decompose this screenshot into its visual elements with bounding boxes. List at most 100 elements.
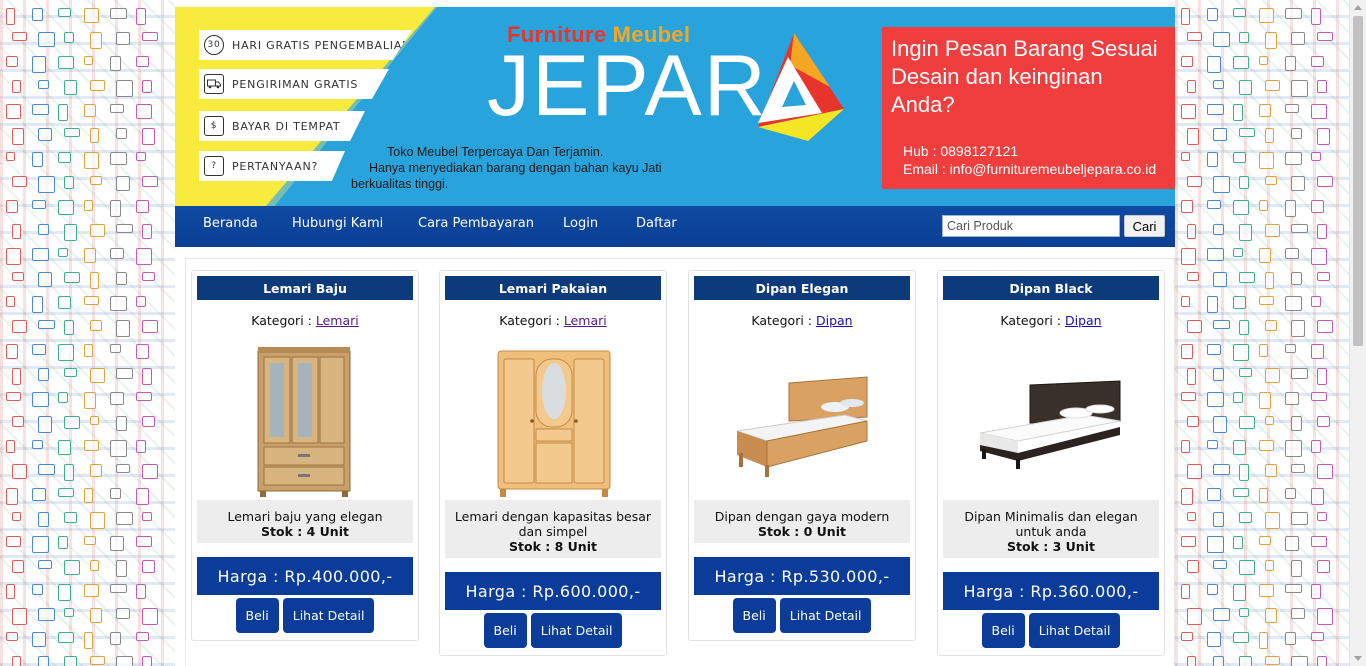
truck-icon [204,74,224,94]
furniture-pattern-icon [12,128,24,145]
furniture-pattern-icon [1181,248,1196,265]
furniture-pattern-icon [1291,320,1305,337]
buy-button[interactable]: Beli [732,598,776,633]
view-detail-button[interactable]: Lihat Detail [1028,613,1121,648]
furniture-pattern-icon [1213,80,1224,89]
furniture-pattern-icon [38,176,55,193]
nav-item-beranda[interactable]: Beranda [203,216,258,231]
furniture-pattern-icon [136,488,149,505]
furniture-pattern-icon [142,272,155,281]
furniture-pattern-icon [1187,128,1199,145]
furniture-pattern-icon [116,128,127,139]
perk-questions[interactable]: ? PERTANYAAN? [199,151,345,181]
product-stock: Stok : 0 Unit [758,524,846,539]
furniture-pattern-icon [1239,32,1249,43]
furniture-pattern-icon [58,584,71,601]
furniture-pattern-icon [1265,464,1277,477]
search-input[interactable] [942,215,1120,237]
furniture-pattern-icon [1265,320,1277,331]
furniture-pattern-icon [64,512,77,523]
nav-item-login[interactable]: Login [563,216,598,231]
furniture-pattern-icon [1317,464,1333,479]
furniture-pattern-icon [32,152,43,167]
furniture-pattern-icon [12,608,27,625]
furniture-pattern-icon [1265,368,1280,383]
product-card: Lemari Baju Kategori : Lemari Lemari baj… [191,270,419,641]
furniture-pattern-icon [38,320,55,329]
furniture-pattern-icon [58,200,74,215]
furniture-pattern-icon [1207,248,1224,261]
furniture-pattern-icon [1239,512,1252,523]
furniture-pattern-icon [12,32,27,41]
logo-triangle-icon [758,33,844,141]
furniture-pattern-icon [1311,440,1321,453]
buy-button[interactable]: Beli [235,598,279,633]
product-stock: Stok : 8 Unit [509,539,597,554]
view-detail-button[interactable]: Lihat Detail [779,598,872,633]
furniture-pattern-icon [1233,392,1243,403]
furniture-pattern-icon [38,560,52,569]
furniture-pattern-icon [32,344,46,355]
furniture-pattern-icon [1181,152,1190,161]
furniture-pattern-icon [1259,536,1271,545]
nav-item-cara-pembayaran[interactable]: Cara Pembayaran [418,216,534,231]
furniture-pattern-icon [6,8,15,25]
furniture-pattern-icon [58,536,68,549]
furniture-pattern-icon [6,152,15,161]
furniture-pattern-icon [1317,560,1330,573]
furniture-pattern-icon [1265,656,1280,665]
view-detail-button[interactable]: Lihat Detail [530,613,623,648]
nav-item-daftar[interactable]: Daftar [636,216,677,231]
furniture-pattern-icon [84,344,93,357]
furniture-pattern-icon [90,512,105,529]
furniture-pattern-icon [58,248,68,257]
furniture-pattern-icon [1187,368,1196,385]
furniture-pattern-icon [1207,536,1224,553]
furniture-pattern-icon [90,128,99,143]
furniture-pattern-icon [1233,56,1249,69]
scrollbar-thumb[interactable] [1353,16,1363,346]
nav-item-hubungi-kami[interactable]: Hubungi Kami [292,216,383,231]
search-button[interactable]: Cari [1124,215,1165,237]
furniture-pattern-icon [1187,512,1196,521]
furniture-pattern-icon [90,464,102,477]
furniture-pattern-icon [1291,272,1302,285]
furniture-pattern-icon [1259,8,1274,23]
furniture-pattern-icon [1213,368,1224,381]
furniture-pattern-icon [1317,416,1330,427]
category-link[interactable]: Lemari [316,313,359,328]
furniture-pattern-icon [12,656,21,666]
furniture-pattern-icon [110,296,127,311]
furniture-pattern-icon [1311,8,1321,25]
furniture-pattern-icon [136,152,146,161]
furniture-pattern-icon [32,104,49,115]
furniture-pattern-icon [64,176,74,189]
furniture-pattern-icon [32,584,43,595]
furniture-pattern-icon [1187,32,1202,41]
furniture-pattern-icon [1317,272,1330,281]
furniture-pattern-icon [1233,296,1246,309]
furniture-pattern-icon [1311,536,1327,547]
furniture-pattern-icon [84,8,99,23]
furniture-pattern-icon [1285,536,1299,551]
scroll-down-icon[interactable] [1354,656,1362,661]
category-link[interactable]: Lemari [564,313,607,328]
category-link[interactable]: Dipan [1065,313,1102,328]
main-content: 30 HARI GRATIS PENGEMBALIAN PENGIRIMAN G… [175,7,1175,666]
furniture-pattern-icon [1187,80,1196,93]
category-link[interactable]: Dipan [816,313,853,328]
furniture-pattern-icon [1187,224,1196,239]
furniture-pattern-icon [58,344,74,361]
buy-button[interactable]: Beli [981,613,1025,648]
furniture-pattern-icon [1291,176,1305,191]
page-scrollbar[interactable] [1349,0,1366,666]
furniture-pattern-icon [32,440,43,449]
furniture-pattern-icon [1311,152,1321,161]
scroll-up-icon[interactable] [1354,5,1362,10]
buy-button[interactable]: Beli [483,613,527,648]
furniture-pattern-icon [64,272,80,283]
furniture-pattern-icon [1207,584,1218,595]
furniture-pattern-icon [116,464,130,473]
furniture-pattern-icon [1181,536,1196,547]
view-detail-button[interactable]: Lihat Detail [282,598,375,633]
